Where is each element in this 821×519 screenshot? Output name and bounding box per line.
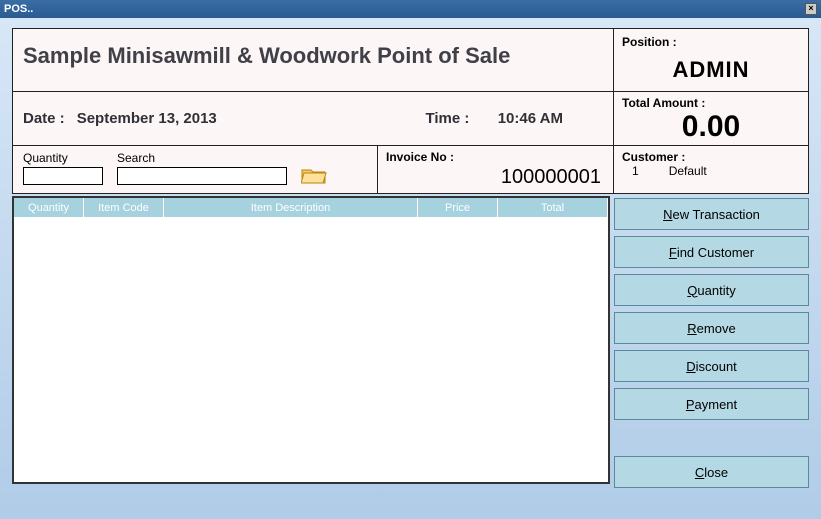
window-title: POS.. <box>4 3 33 15</box>
window-titlebar: POS.. × <box>0 0 821 18</box>
col-quantity[interactable]: Quantity <box>14 198 84 217</box>
remove-button[interactable]: Remove <box>614 312 809 344</box>
customer-label: Customer : <box>622 150 800 164</box>
search-label: Search <box>117 151 287 165</box>
search-input[interactable] <box>117 167 287 185</box>
items-grid[interactable]: Quantity Item Code Item Description Pric… <box>12 196 610 484</box>
find-customer-button[interactable]: Find Customer <box>614 236 809 268</box>
app-title: Sample Minisawmill & Woodwork Point of S… <box>12 28 614 92</box>
input-panel: Quantity Search <box>12 146 378 194</box>
folder-open-icon[interactable] <box>301 165 327 185</box>
col-item-description[interactable]: Item Description <box>164 198 418 217</box>
total-label: Total Amount : <box>622 96 800 110</box>
window-close-icon[interactable]: × <box>805 3 817 15</box>
customer-panel: Customer : 1 Default <box>614 146 809 194</box>
col-total[interactable]: Total <box>498 198 608 217</box>
discount-button[interactable]: Discount <box>614 350 809 382</box>
window-body: Sample Minisawmill & Woodwork Point of S… <box>0 18 821 494</box>
position-value: ADMIN <box>622 49 800 83</box>
grid-header: Quantity Item Code Item Description Pric… <box>14 198 608 217</box>
position-label: Position : <box>622 35 800 49</box>
date-value: September 13, 2013 <box>77 110 217 127</box>
quantity-label: Quantity <box>23 151 103 165</box>
action-buttons: New Transaction Find Customer Quantity R… <box>614 196 809 488</box>
col-price[interactable]: Price <box>418 198 498 217</box>
datetime-panel: Date : September 13, 2013 Time : 10:46 A… <box>12 92 614 146</box>
date-label: Date : <box>23 110 65 127</box>
position-panel: Position : ADMIN <box>614 28 809 92</box>
payment-button[interactable]: Payment <box>614 388 809 420</box>
invoice-label: Invoice No : <box>386 150 605 164</box>
time-label: Time : <box>425 110 469 127</box>
customer-id: 1 <box>632 164 639 178</box>
col-item-code[interactable]: Item Code <box>84 198 164 217</box>
total-value: 0.00 <box>622 110 800 143</box>
invoice-value: 100000001 <box>386 164 605 189</box>
customer-name: Default <box>669 164 707 178</box>
time-value: 10:46 AM <box>498 110 563 127</box>
quantity-input[interactable] <box>23 167 103 185</box>
total-panel: Total Amount : 0.00 <box>614 92 809 146</box>
invoice-panel: Invoice No : 100000001 <box>378 146 614 194</box>
new-transaction-button[interactable]: New Transaction <box>614 198 809 230</box>
close-button[interactable]: Close <box>614 456 809 488</box>
quantity-button[interactable]: Quantity <box>614 274 809 306</box>
